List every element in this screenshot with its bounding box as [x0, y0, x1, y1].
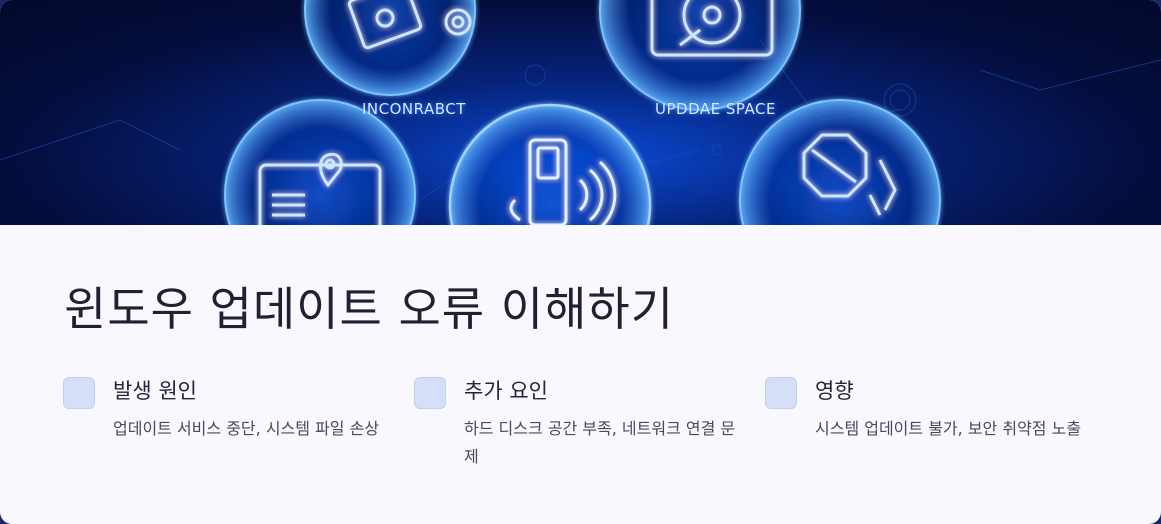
hero-illustration [0, 0, 1161, 225]
broken-stop-icon [739, 99, 941, 225]
hero-label-left: INCONRABCT [362, 100, 466, 118]
feature-description: 시스템 업데이트 불가, 보안 취약점 노출 [815, 419, 1082, 438]
feature-title: 영향 [815, 379, 854, 403]
hero-image: INCONRABCT UPDDAE SPACE [0, 0, 1161, 225]
phone-signal-icon [448, 103, 652, 225]
feature-checkbox[interactable] [414, 377, 446, 409]
feature-description: 하드 디스크 공간 부족, 네트워크 연결 문제 [464, 419, 736, 466]
location-document-icon [224, 99, 416, 225]
feature-description: 업데이트 서비스 중단, 시스템 파일 손상 [113, 419, 380, 438]
hard-disk-icon [599, 0, 801, 111]
page-title: 윈도우 업데이트 오류 이해하기 [64, 282, 675, 336]
document-gear-icon [304, 0, 476, 96]
hero-label-right: UPDDAE SPACE [655, 100, 776, 118]
feature-title: 추가 요인 [464, 379, 548, 403]
info-card: INCONRABCT UPDDAE SPACE 윈도우 업데이트 오류 이해하기… [0, 0, 1161, 524]
feature-checkbox[interactable] [765, 377, 797, 409]
content-section: 윈도우 업데이트 오류 이해하기 발생 원인 업데이트 서비스 중단, 시스템 … [0, 225, 1161, 524]
feature-checkbox[interactable] [63, 377, 95, 409]
feature-title: 발생 원인 [113, 379, 197, 403]
